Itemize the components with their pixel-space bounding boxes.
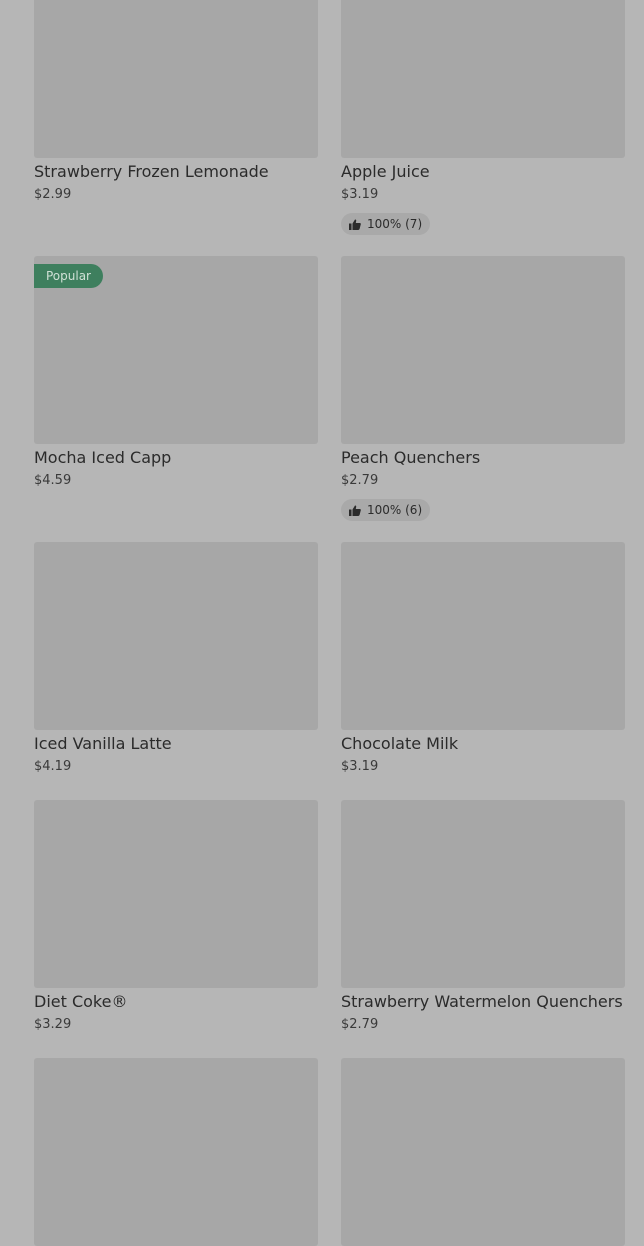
item-image[interactable]: [341, 800, 625, 988]
item-image[interactable]: [34, 1058, 318, 1246]
rating-pill: 100% (7): [341, 213, 431, 235]
rating-text: 100% (6): [367, 503, 423, 517]
menu-item-card[interactable]: Apple Juice $3.19 100% (7): [341, 0, 625, 235]
item-name: Chocolate Milk: [341, 734, 459, 753]
rating-pill: 100% (6): [341, 499, 431, 521]
item-image[interactable]: [34, 800, 318, 988]
item-price: $2.99: [34, 187, 72, 202]
item-price: $4.59: [34, 473, 72, 488]
item-image[interactable]: Popular: [34, 256, 318, 444]
item-name: Diet Coke®: [34, 992, 128, 1011]
menu-item-card[interactable]: Peach Quenchers $2.79 100% (6): [341, 256, 625, 521]
menu-item-card[interactable]: Popular Mocha Iced Capp $4.59: [34, 256, 318, 487]
item-price: $3.29: [34, 1017, 72, 1032]
item-image[interactable]: [341, 0, 625, 158]
item-name: Strawberry Watermelon Quenchers: [341, 992, 623, 1011]
item-image[interactable]: [34, 0, 318, 158]
menu-item-card[interactable]: Strawberry Frozen Lemonade $2.99: [34, 0, 318, 201]
item-price: $2.79: [341, 1017, 379, 1032]
item-image[interactable]: [341, 542, 625, 730]
item-price: $3.19: [341, 187, 379, 202]
item-image[interactable]: [341, 256, 625, 444]
menu-item-card[interactable]: Diet Coke® $3.29: [34, 800, 318, 1031]
menu-item-card[interactable]: Chocolate Milk $3.19: [341, 542, 625, 773]
menu-item-card[interactable]: [34, 1058, 318, 1246]
item-image[interactable]: [341, 1058, 625, 1246]
thumbs-up-icon: [349, 504, 361, 516]
menu-item-card[interactable]: [341, 1058, 625, 1246]
menu-item-grid: Strawberry Frozen Lemonade $2.99 Apple J…: [0, 0, 644, 1246]
item-name: Peach Quenchers: [341, 448, 481, 467]
item-image[interactable]: [34, 542, 318, 730]
item-price: $4.19: [34, 759, 72, 774]
menu-item-card[interactable]: Iced Vanilla Latte $4.19: [34, 542, 318, 773]
item-name: Mocha Iced Capp: [34, 448, 172, 467]
item-name: Strawberry Frozen Lemonade: [34, 162, 269, 181]
item-price: $3.19: [341, 759, 379, 774]
item-price: $2.79: [341, 473, 379, 488]
item-name: Apple Juice: [341, 162, 430, 181]
popular-badge: Popular: [34, 264, 103, 288]
rating-text: 100% (7): [367, 217, 423, 231]
item-name: Iced Vanilla Latte: [34, 734, 172, 753]
menu-item-card[interactable]: Strawberry Watermelon Quenchers $2.79: [341, 800, 625, 1031]
thumbs-up-icon: [349, 218, 361, 230]
